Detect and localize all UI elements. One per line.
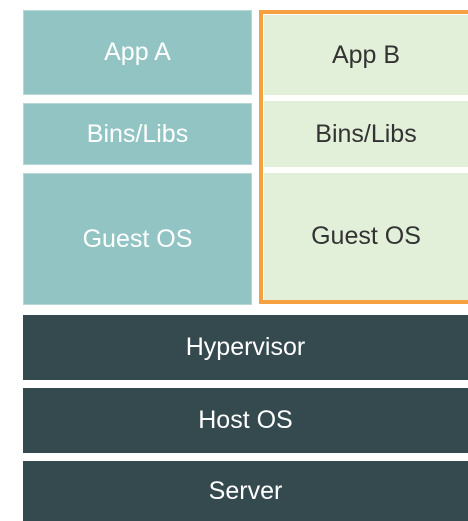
vm-b-bins-label: Bins/Libs xyxy=(315,119,417,148)
vm-b-bins-block: Bins/Libs xyxy=(264,101,468,167)
vm-b-app-block: App B xyxy=(264,15,468,95)
vm-b-guest-os-label: Guest OS xyxy=(311,222,421,250)
vm-a-app-block: App A xyxy=(23,10,252,95)
vm-a-bins-label: Bins/Libs xyxy=(86,119,189,148)
hypervisor-layer: Hypervisor xyxy=(23,315,468,380)
host-os-label: Host OS xyxy=(198,406,293,434)
vm-a-bins-block: Bins/Libs xyxy=(23,103,252,165)
hypervisor-label: Hypervisor xyxy=(185,333,306,361)
vm-b-app-label: App B xyxy=(331,40,401,69)
vm-b-guest-os-block: Guest OS xyxy=(264,173,468,300)
server-layer: Server xyxy=(23,461,468,521)
vm-a-app-label: App A xyxy=(104,38,171,66)
vm-a-guest-os-block: Guest OS xyxy=(23,173,252,305)
server-label: Server xyxy=(208,476,283,505)
host-os-layer: Host OS xyxy=(23,388,468,453)
vm-a-guest-os-label: Guest OS xyxy=(82,224,193,253)
